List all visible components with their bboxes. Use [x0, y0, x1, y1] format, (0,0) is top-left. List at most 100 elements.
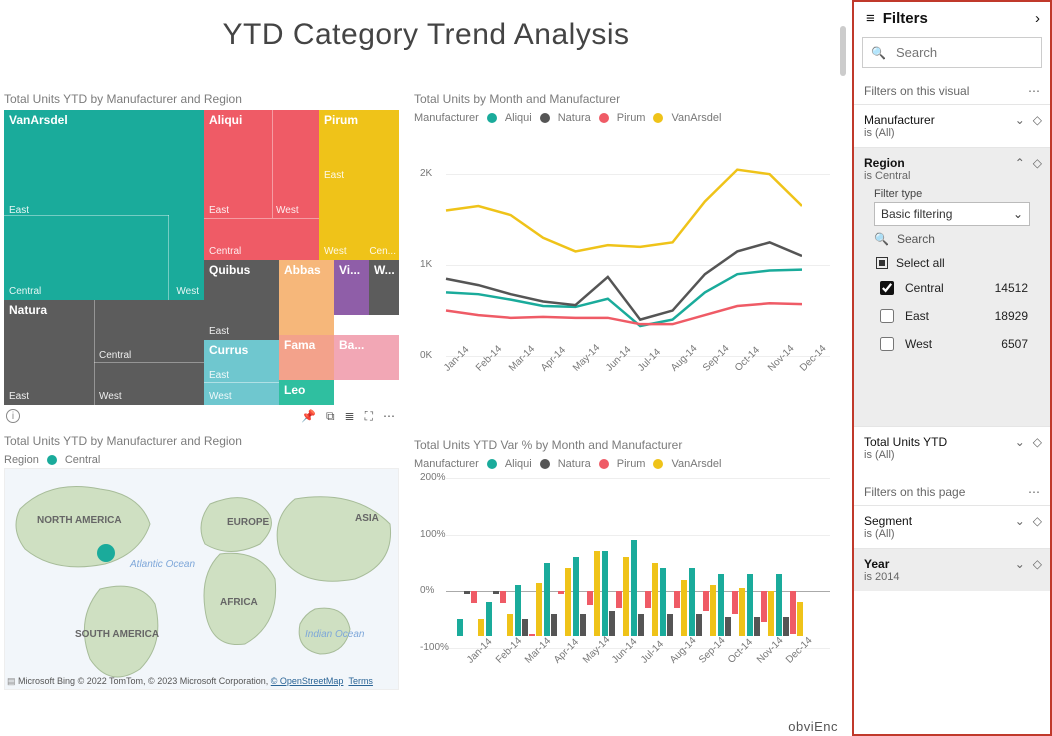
filter-type-label: Filter type — [874, 188, 1030, 200]
swatch-vanarsdel — [653, 113, 663, 123]
region-search[interactable]: 🔍 Search — [864, 226, 1040, 252]
bar — [797, 602, 803, 636]
eraser-icon[interactable]: ◇ — [1033, 435, 1042, 449]
treemap-cell-natura[interactable]: NaturaCentralEastWest — [4, 300, 204, 405]
label-south-america: SOUTH AMERICA — [75, 629, 159, 640]
filter-card-totalunits[interactable]: Total Units YTD is (All) ⌄◇ — [854, 426, 1050, 469]
treemap-cell-ba...[interactable]: Ba... — [334, 335, 399, 380]
bar — [587, 591, 593, 605]
pin-icon[interactable]: 📌 — [301, 409, 316, 424]
bar — [790, 591, 796, 634]
section-page-filters: Filters on this page — [864, 485, 965, 499]
region-option-east[interactable]: East18929 — [864, 302, 1040, 330]
chevron-down-icon[interactable]: ⌄ — [1015, 435, 1025, 449]
checkbox[interactable] — [880, 281, 894, 295]
eraser-icon[interactable]: ◇ — [1033, 156, 1042, 170]
bar — [486, 602, 492, 636]
select-all-row[interactable]: Select all — [864, 252, 1040, 274]
bar — [565, 568, 571, 636]
label-indian: Indian Ocean — [305, 629, 365, 640]
filter-card-region[interactable]: Region is Central ⌃◇ Filter type Basic f… — [854, 147, 1050, 426]
swatch-aliqui — [487, 113, 497, 123]
legend-label: Manufacturer — [414, 112, 479, 124]
bar — [609, 611, 615, 637]
barchart-visual[interactable]: -100%0%100%200%Jan-14Feb-14Mar-14Apr-14M… — [414, 478, 834, 693]
chevron-down-icon[interactable]: ⌄ — [1015, 514, 1025, 528]
bar — [558, 591, 564, 594]
bar — [515, 585, 521, 636]
bar — [703, 591, 709, 611]
swatch-aliqui — [487, 459, 497, 469]
treemap-cell-quibus[interactable]: QuibusEast — [204, 260, 279, 340]
filter-card-year[interactable]: Year is 2014 ⌄◇ — [854, 548, 1050, 591]
linechart-title: Total Units by Month and Manufacturer — [414, 92, 834, 110]
treemap-cell-fama[interactable]: Fama — [279, 335, 334, 380]
chevron-down-icon[interactable]: ⌄ — [1015, 113, 1025, 127]
filter-icon[interactable]: ≣ — [345, 409, 355, 424]
bar — [747, 574, 753, 636]
bar — [457, 619, 463, 636]
terms-link[interactable]: Terms — [348, 676, 373, 686]
section-more-icon[interactable]: ⋯ — [1028, 485, 1040, 499]
checkbox[interactable] — [880, 309, 894, 323]
bar — [464, 591, 470, 594]
chevron-up-icon[interactable]: ⌃ — [1015, 156, 1025, 170]
bar — [768, 591, 774, 636]
focus-icon[interactable]: ⛶ — [365, 409, 373, 424]
linechart-legend: Manufacturer Aliqui Natura Pirum VanArsd… — [414, 110, 834, 126]
bar — [529, 634, 535, 637]
barchart-title: Total Units YTD Var % by Month and Manuf… — [414, 438, 834, 456]
bar — [652, 563, 658, 637]
map-credits: ▤ Microsoft Bing © 2022 TomTom, © 2023 M… — [7, 676, 396, 687]
bar — [696, 614, 702, 637]
eraser-icon[interactable]: ◇ — [1033, 557, 1042, 571]
filter-pane-icon: ≡ — [866, 10, 875, 27]
search-icon: 🔍 — [871, 46, 886, 60]
bar — [573, 557, 579, 636]
barchart-legend: Manufacturer Aliqui Natura Pirum VanArsd… — [414, 456, 834, 472]
section-more-icon[interactable]: ⋯ — [1028, 84, 1040, 98]
region-option-central[interactable]: Central14512 — [864, 274, 1040, 302]
label-asia: ASIA — [355, 513, 379, 524]
page-title: YTD Category Trend Analysis — [0, 0, 852, 60]
treemap-cell-leo[interactable]: Leo — [279, 380, 334, 405]
copy-icon[interactable]: ⧉ — [326, 409, 335, 424]
swatch-natura — [540, 113, 550, 123]
treemap-cell-w...[interactable]: W... — [369, 260, 399, 315]
openstreetmap-link[interactable]: © OpenStreetMap — [271, 676, 344, 686]
legend-label: Region — [4, 454, 39, 466]
treemap-cell-abbas[interactable]: Abbas — [279, 260, 334, 335]
treemap-cell-vi...[interactable]: Vi... — [334, 260, 369, 315]
watermark: obviEnc — [788, 719, 838, 734]
legend-label: Manufacturer — [414, 458, 479, 470]
region-option-west[interactable]: West6507 — [864, 330, 1040, 358]
filter-card-segment[interactable]: Segment is (All) ⌄◇ — [854, 505, 1050, 548]
bar — [471, 591, 477, 602]
treemap-cell-aliqui[interactable]: AliquiEastCentralWest — [204, 110, 319, 260]
filter-type-select[interactable]: Basic filtering ⌄ — [874, 202, 1030, 226]
filters-search[interactable]: 🔍 — [862, 37, 1042, 68]
treemap-cell-vanarsdel[interactable]: VanArsdelEastCentralWest — [4, 110, 204, 300]
label-atlantic: Atlantic Ocean — [130, 559, 195, 570]
linechart-visual[interactable]: 0K1K2KJan-14Feb-14Mar-14Apr-14May-14Jun-… — [414, 156, 834, 411]
bar — [544, 563, 550, 637]
report-scrollbar[interactable] — [840, 26, 846, 76]
chevron-down-icon[interactable]: ⌄ — [1015, 557, 1025, 571]
checkbox[interactable] — [880, 337, 894, 351]
treemap-cell-pirum[interactable]: PirumEastWestCen... — [319, 110, 399, 260]
treemap-title: Total Units YTD by Manufacturer and Regi… — [4, 92, 399, 110]
search-input[interactable] — [894, 44, 1033, 61]
bar — [594, 551, 600, 636]
bar — [500, 591, 506, 602]
eraser-icon[interactable]: ◇ — [1033, 113, 1042, 127]
collapse-icon[interactable]: › — [1035, 10, 1040, 27]
treemap-cell-currus[interactable]: CurrusEastWest — [204, 340, 279, 405]
more-icon[interactable]: ⋯ — [383, 409, 395, 424]
info-icon[interactable]: i — [6, 409, 20, 423]
filters-header: Filters — [883, 10, 928, 27]
bar — [616, 591, 622, 608]
treemap-visual[interactable]: VanArsdelEastCentralWestAliquiEastCentra… — [4, 110, 399, 405]
eraser-icon[interactable]: ◇ — [1033, 514, 1042, 528]
filter-card-manufacturer[interactable]: Manufacturer is (All) ⌄◇ — [854, 104, 1050, 147]
map-visual[interactable]: NORTH AMERICA EUROPE ASIA AFRICA SOUTH A… — [4, 468, 399, 690]
